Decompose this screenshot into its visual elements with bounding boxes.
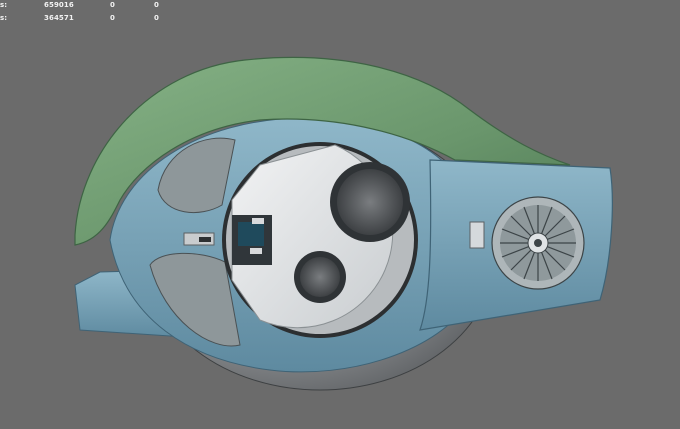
stats-value: 0 [110,14,115,22]
3d-model-render[interactable] [0,0,680,429]
fan-icon [491,196,585,290]
stats-label: s: [0,14,8,22]
stats-value: 659016 [44,1,74,9]
stats-row-1: s: 659016 0 0 [0,1,200,13]
stats-value: 0 [110,1,115,9]
stats-row-2: s: 364571 0 0 [0,14,200,26]
stats-value: 364571 [44,14,74,22]
stats-value: 0 [154,14,159,22]
stats-value: 0 [154,1,159,9]
3d-viewport[interactable]: s: 659016 0 0 s: 364571 0 0 [0,0,680,429]
stats-label: s: [0,1,8,9]
